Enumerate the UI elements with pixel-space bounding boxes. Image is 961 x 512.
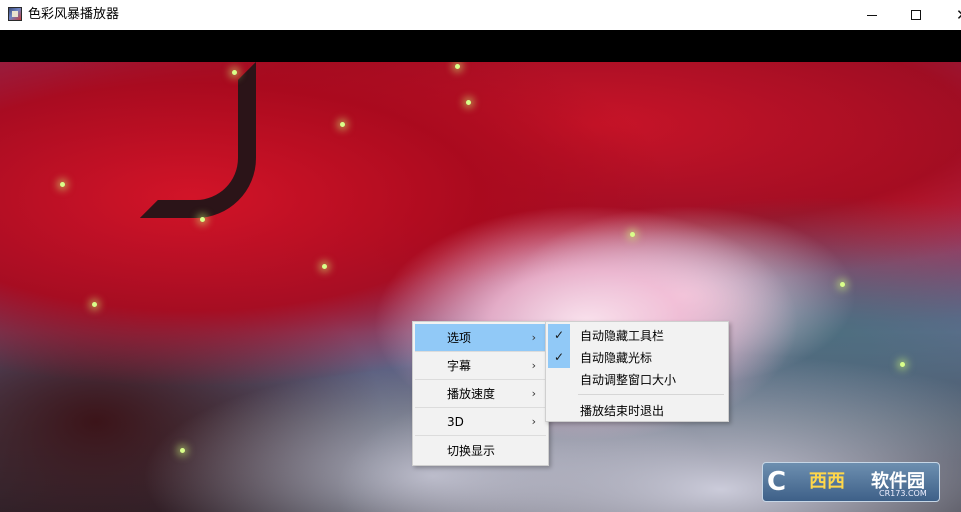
submenu-item-exit-on-end[interactable]: 播放结束时退出 xyxy=(548,399,726,421)
minimize-button[interactable] xyxy=(849,0,895,30)
menu-item-label: 选项 xyxy=(447,331,472,345)
firefly xyxy=(900,362,905,367)
submenu-item-auto-hide-cursor[interactable]: ✓ 自动隐藏光标 xyxy=(548,346,726,368)
menu-item-label: 3D xyxy=(447,414,464,429)
title-bar: 色彩风暴播放器 ✕ xyxy=(0,0,961,30)
watermark-logo-icon: C xyxy=(767,467,787,497)
menu-item-options[interactable]: 选项 › xyxy=(415,324,546,352)
firefly xyxy=(466,100,471,105)
app-icon xyxy=(8,7,22,21)
menu-item-label: 播放速度 xyxy=(447,387,496,401)
submenu-item-label: 自动调整窗口大小 xyxy=(580,372,677,387)
site-watermark: C 西西 软件园 CR173.COM xyxy=(762,462,940,502)
chevron-right-icon: › xyxy=(531,331,536,344)
firefly xyxy=(455,64,460,69)
menu-item-label: 字幕 xyxy=(447,359,472,373)
submenu-item-label: 播放结束时退出 xyxy=(580,403,665,418)
tree-trunk xyxy=(140,62,256,218)
menu-item-playback-speed[interactable]: 播放速度 › xyxy=(415,380,546,408)
firefly xyxy=(340,122,345,127)
minimize-icon xyxy=(867,14,877,16)
window-title: 色彩风暴播放器 xyxy=(28,7,120,22)
submenu-item-auto-resize-window[interactable]: 自动调整窗口大小 xyxy=(548,368,726,390)
menu-item-3d[interactable]: 3D › xyxy=(415,408,546,436)
menu-item-subtitles[interactable]: 字幕 › xyxy=(415,352,546,380)
video-letterbox xyxy=(0,30,961,62)
check-icon: ✓ xyxy=(548,346,570,368)
menu-item-label: 切换显示 xyxy=(447,443,496,458)
firefly xyxy=(630,232,635,237)
menu-item-toggle-display[interactable]: 切换显示 xyxy=(415,436,546,464)
chevron-right-icon: › xyxy=(531,415,536,428)
maximize-icon xyxy=(911,10,921,20)
firefly xyxy=(322,264,327,269)
chevron-right-icon: › xyxy=(531,359,536,372)
watermark-text: 西西 xyxy=(809,471,845,492)
firefly xyxy=(60,182,65,187)
firefly xyxy=(200,217,205,222)
firefly xyxy=(840,282,845,287)
firefly xyxy=(92,302,97,307)
submenu-item-auto-hide-toolbar[interactable]: ✓ 自动隐藏工具栏 xyxy=(548,324,726,346)
close-button[interactable]: ✕ xyxy=(938,0,961,30)
menu-separator xyxy=(578,394,724,395)
chevron-right-icon: › xyxy=(531,387,536,400)
submenu-item-label: 自动隐藏光标 xyxy=(580,350,653,365)
submenu-item-label: 自动隐藏工具栏 xyxy=(580,328,665,343)
close-icon: ✕ xyxy=(956,6,961,24)
context-menu: 选项 › 字幕 › 播放速度 › 3D › 切换显示 xyxy=(412,321,549,466)
maximize-button[interactable] xyxy=(893,0,939,30)
options-submenu: ✓ 自动隐藏工具栏 ✓ 自动隐藏光标 自动调整窗口大小 播放结束时退出 xyxy=(545,321,729,422)
firefly xyxy=(232,70,237,75)
watermark-url: CR173.COM xyxy=(879,489,927,498)
check-icon: ✓ xyxy=(548,324,570,346)
firefly xyxy=(180,448,185,453)
